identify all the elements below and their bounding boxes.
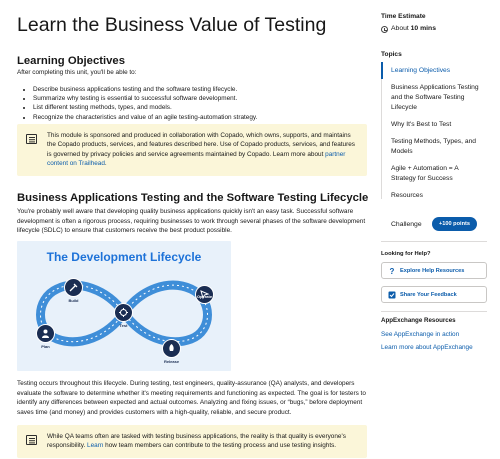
test-label: Test — [119, 323, 128, 328]
active-topic-indicator — [381, 62, 383, 79]
list-item: List different testing methods, types, a… — [33, 103, 363, 112]
sponsor-note-end: . — [104, 160, 107, 168]
topics-track — [381, 62, 382, 199]
topic-business-applications-testing[interactable]: Business Applications Testing and the So… — [391, 83, 481, 113]
share-feedback-label: Share Your Feedback — [400, 292, 457, 298]
topics-heading: Topics — [381, 51, 402, 58]
notepad-icon — [26, 435, 37, 445]
objectives-intro: After completing this unit, you'll be ab… — [17, 69, 137, 76]
notepad-icon — [26, 134, 37, 144]
qa-note: While QA teams often are tasked with tes… — [17, 425, 367, 458]
question-icon: ? — [390, 267, 395, 275]
time-prefix: About — [391, 25, 409, 32]
points-badge: +100 points — [432, 217, 477, 231]
list-item: Summarize why testing is essential to su… — [33, 94, 363, 103]
testing-paragraph: Testing occurs throughout this lifecycle… — [17, 380, 366, 416]
build-label: Build — [68, 298, 79, 303]
list-item: Describe business applications testing a… — [33, 85, 363, 94]
help-heading: Looking for Help? — [381, 251, 431, 257]
test-node — [114, 303, 133, 322]
topic-resources[interactable]: Resources — [391, 191, 481, 201]
time-estimate: About 10 mins — [391, 25, 436, 32]
explore-help-label: Explore Help Resources — [400, 268, 465, 274]
topic-agile-automation[interactable]: Agile + Automation = A Strategy for Succ… — [391, 164, 481, 184]
operate-label: Operate — [196, 294, 213, 299]
time-value: 10 mins — [410, 25, 436, 32]
clock-icon — [381, 26, 388, 33]
sponsor-note-text: This module is sponsored and produced in… — [47, 132, 355, 158]
learn-link[interactable]: Learn — [87, 442, 103, 449]
topic-testing-methods[interactable]: Testing Methods, Types, and Models — [391, 137, 481, 157]
release-label: Release — [163, 359, 180, 364]
explore-help-button[interactable]: ? Explore Help Resources — [381, 262, 487, 279]
page-title: Learn the Business Value of Testing — [17, 14, 327, 36]
section-paragraph: You're probably well aware that developi… — [17, 208, 366, 235]
build-node — [64, 278, 83, 297]
svg-text:?: ? — [390, 267, 395, 275]
sponsor-note: This module is sponsored and produced in… — [17, 124, 367, 176]
checkbox-icon — [388, 291, 396, 299]
lifecycle-diagram: The Development Lifecycle Build Operate … — [17, 241, 231, 371]
topic-why-best-to-test[interactable]: Why It's Best to Test — [391, 120, 481, 130]
challenge-label: Challenge — [391, 221, 422, 228]
appexchange-heading: AppExchange Resources — [381, 317, 456, 324]
plan-node — [36, 324, 55, 343]
objectives-list: Describe business applications testing a… — [33, 85, 363, 122]
objectives-heading: Learning Objectives — [17, 55, 125, 67]
divider — [381, 311, 487, 312]
release-node — [162, 339, 181, 358]
plan-label: Plan — [41, 344, 50, 349]
section-heading: Business Applications Testing and the So… — [17, 192, 369, 204]
topic-learning-objectives[interactable]: Learning Objectives — [391, 66, 481, 76]
share-feedback-button[interactable]: Share Your Feedback — [381, 286, 487, 303]
list-item: Recognize the characteristics and value … — [33, 113, 363, 122]
qa-note-end: how team members can contribute to the t… — [103, 442, 337, 450]
learn-appexchange-link[interactable]: Learn more about AppExchange — [381, 344, 473, 351]
appexchange-in-action-link[interactable]: See AppExchange in action — [381, 331, 459, 338]
divider — [381, 241, 487, 242]
time-estimate-heading: Time Estimate — [381, 13, 426, 20]
